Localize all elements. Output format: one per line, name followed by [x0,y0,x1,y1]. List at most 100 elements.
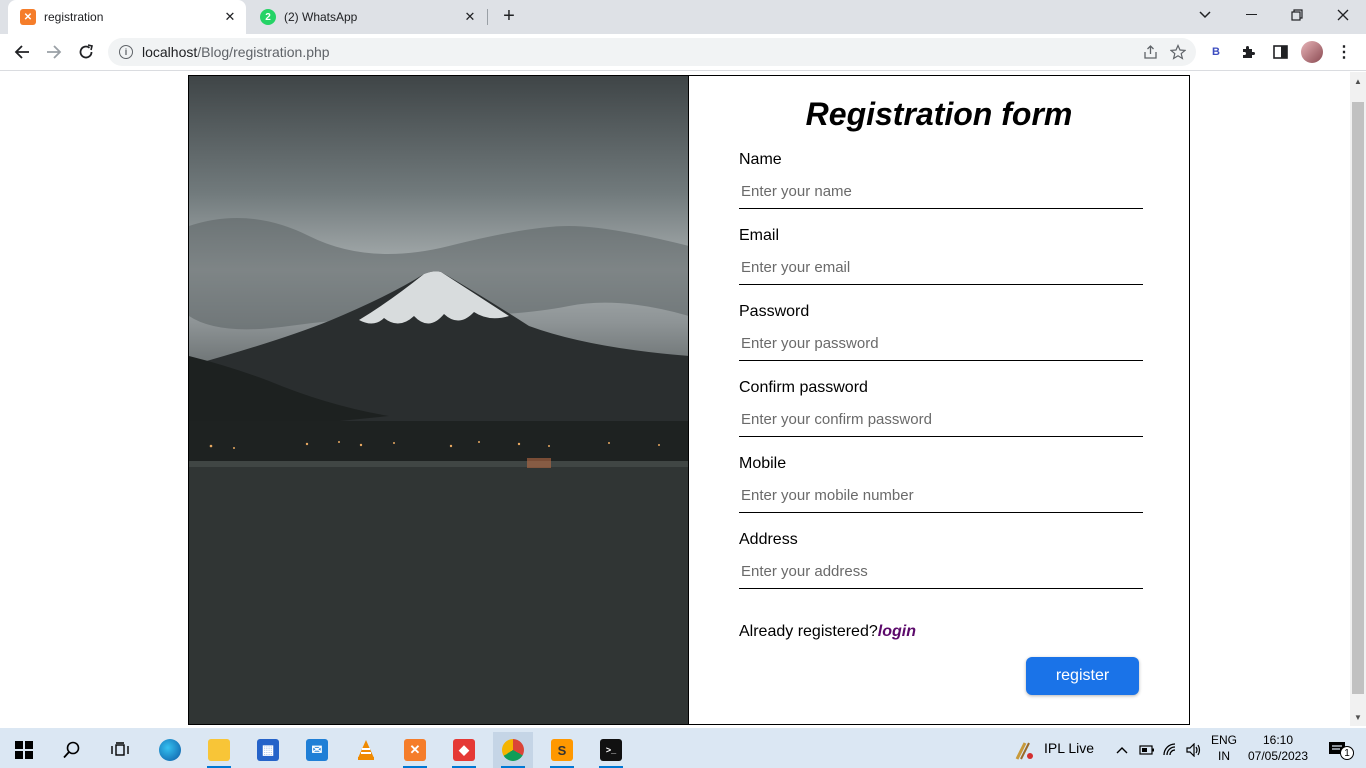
already-registered-text: Already registered?login [739,623,916,641]
registration-card: Registration form Name Email Password Co… [188,75,1190,725]
language-top: ENG [1210,733,1237,747]
wifi-icon [1163,743,1176,756]
already-registered-label: Already registered? [739,623,878,640]
tab-separator [487,9,488,25]
email-input[interactable] [739,251,1143,285]
share-icon[interactable] [1136,38,1164,66]
url-host: localhost [142,44,198,60]
mobile-label: Mobile [739,455,787,472]
confirm-password-field-group: Confirm password [739,379,1143,437]
tab-bar: ✕ registration ✕ 2 (2) WhatsApp ✕ + [0,0,1366,34]
sublime-icon: S [551,739,573,761]
back-button[interactable] [8,38,36,66]
login-link[interactable]: login [878,623,916,640]
scroll-down-icon[interactable]: ▼ [1350,710,1366,724]
windows-logo-icon [15,741,33,759]
profile-avatar[interactable] [1298,38,1326,66]
password-input[interactable] [739,327,1143,361]
registration-form: Registration form Name Email Password Co… [689,76,1189,724]
browser-toolbar: i localhost/Blog/registration.php B ⋮ [0,34,1366,71]
weather-label[interactable]: IPL Live [1044,740,1094,756]
taskbar-store[interactable]: ▦ [248,732,288,768]
folder-icon [208,739,230,761]
window-close-button[interactable] [1320,0,1366,30]
extensions-puzzle-icon[interactable] [1234,38,1262,66]
address-label: Address [739,531,798,548]
side-panel-icon[interactable] [1266,38,1294,66]
taskbar-app-red[interactable]: ◆ [444,732,484,768]
tab-search-button[interactable] [1182,0,1228,30]
clock[interactable]: 16:10 07/05/2023 [1244,732,1312,764]
confirm-password-input[interactable] [739,403,1143,437]
battery-icon [1139,745,1154,755]
minimize-button[interactable] [1228,0,1274,30]
email-field-group: Email [739,227,1143,285]
weather-widget-icon[interactable] [1004,732,1044,768]
store-icon: ▦ [257,739,279,761]
name-input[interactable] [739,175,1143,209]
close-icon[interactable]: ✕ [222,9,238,25]
tab-title: (2) WhatsApp [284,10,358,24]
restore-button[interactable] [1274,0,1320,30]
address-field-group: Address [739,531,1143,589]
page-scrollbar[interactable]: ▲ ▼ [1350,72,1366,726]
email-label: Email [739,227,780,244]
reload-icon [79,44,93,59]
mail-icon: ✉ [306,739,328,761]
tray-overflow-button[interactable] [1112,732,1132,768]
bookmark-star-icon[interactable] [1164,38,1192,66]
taskbar-terminal[interactable]: >_ [591,732,631,768]
tab-registration[interactable]: ✕ registration ✕ [8,0,246,34]
name-label: Name [739,151,782,168]
taskbar-sublime[interactable]: S [542,732,582,768]
terminal-icon: >_ [600,739,622,761]
url-text[interactable]: localhost/Blog/registration.php [142,44,1136,60]
close-icon[interactable]: ✕ [462,9,478,25]
address-input[interactable] [739,555,1143,589]
notifications-button[interactable]: 1 [1318,732,1358,768]
taskbar-mail[interactable]: ✉ [297,732,337,768]
reload-button[interactable] [72,38,100,66]
wifi-button[interactable] [1160,732,1182,768]
xampp-icon: ✕ [20,9,36,25]
language-indicator[interactable]: ENG IN [1208,732,1240,764]
restore-icon [1291,9,1303,21]
chevron-up-icon [1116,747,1128,754]
chevron-down-icon [1199,11,1211,19]
password-field-group: Password [739,303,1143,361]
taskbar-xampp[interactable]: ✕ [395,732,435,768]
forward-button[interactable] [40,38,68,66]
taskbar-file-explorer[interactable] [199,732,239,768]
close-icon [1337,9,1349,21]
scroll-up-icon[interactable]: ▲ [1350,74,1366,88]
confirm-password-label: Confirm password [739,379,868,396]
info-icon[interactable]: i [119,45,133,59]
volume-button[interactable] [1183,732,1205,768]
windows-taskbar: ▦ ✉ ✕ ◆ S >_ IPL Live ENG IN 16:10 07/05… [0,728,1366,768]
search-button[interactable] [52,732,92,768]
cricket-icon [1015,742,1033,760]
mountain-photo [189,76,689,724]
mobile-input[interactable] [739,479,1143,513]
address-bar[interactable]: i localhost/Blog/registration.php [108,38,1196,66]
taskbar-chrome[interactable] [493,732,533,768]
new-tab-button[interactable]: + [498,5,520,27]
taskbar-vlc[interactable] [346,732,386,768]
xampp-icon: ✕ [404,739,426,761]
name-field-group: Name [739,151,1143,209]
taskbar-edge[interactable] [150,732,190,768]
menu-kebab-icon[interactable]: ⋮ [1330,38,1358,66]
extension-b-icon[interactable]: B [1202,38,1230,66]
whatsapp-icon: 2 [260,9,276,25]
task-view-button[interactable] [100,732,140,768]
search-icon [63,741,80,759]
battery-button[interactable] [1136,732,1158,768]
tab-whatsapp[interactable]: 2 (2) WhatsApp ✕ [248,0,486,34]
start-button[interactable] [4,732,44,768]
red-app-icon: ◆ [453,739,475,761]
edge-icon [159,739,181,761]
scrollbar-thumb[interactable] [1352,102,1364,694]
page-viewport: Registration form Name Email Password Co… [0,72,1350,726]
mountain-illustration [189,218,688,724]
register-button[interactable]: register [1026,657,1139,695]
